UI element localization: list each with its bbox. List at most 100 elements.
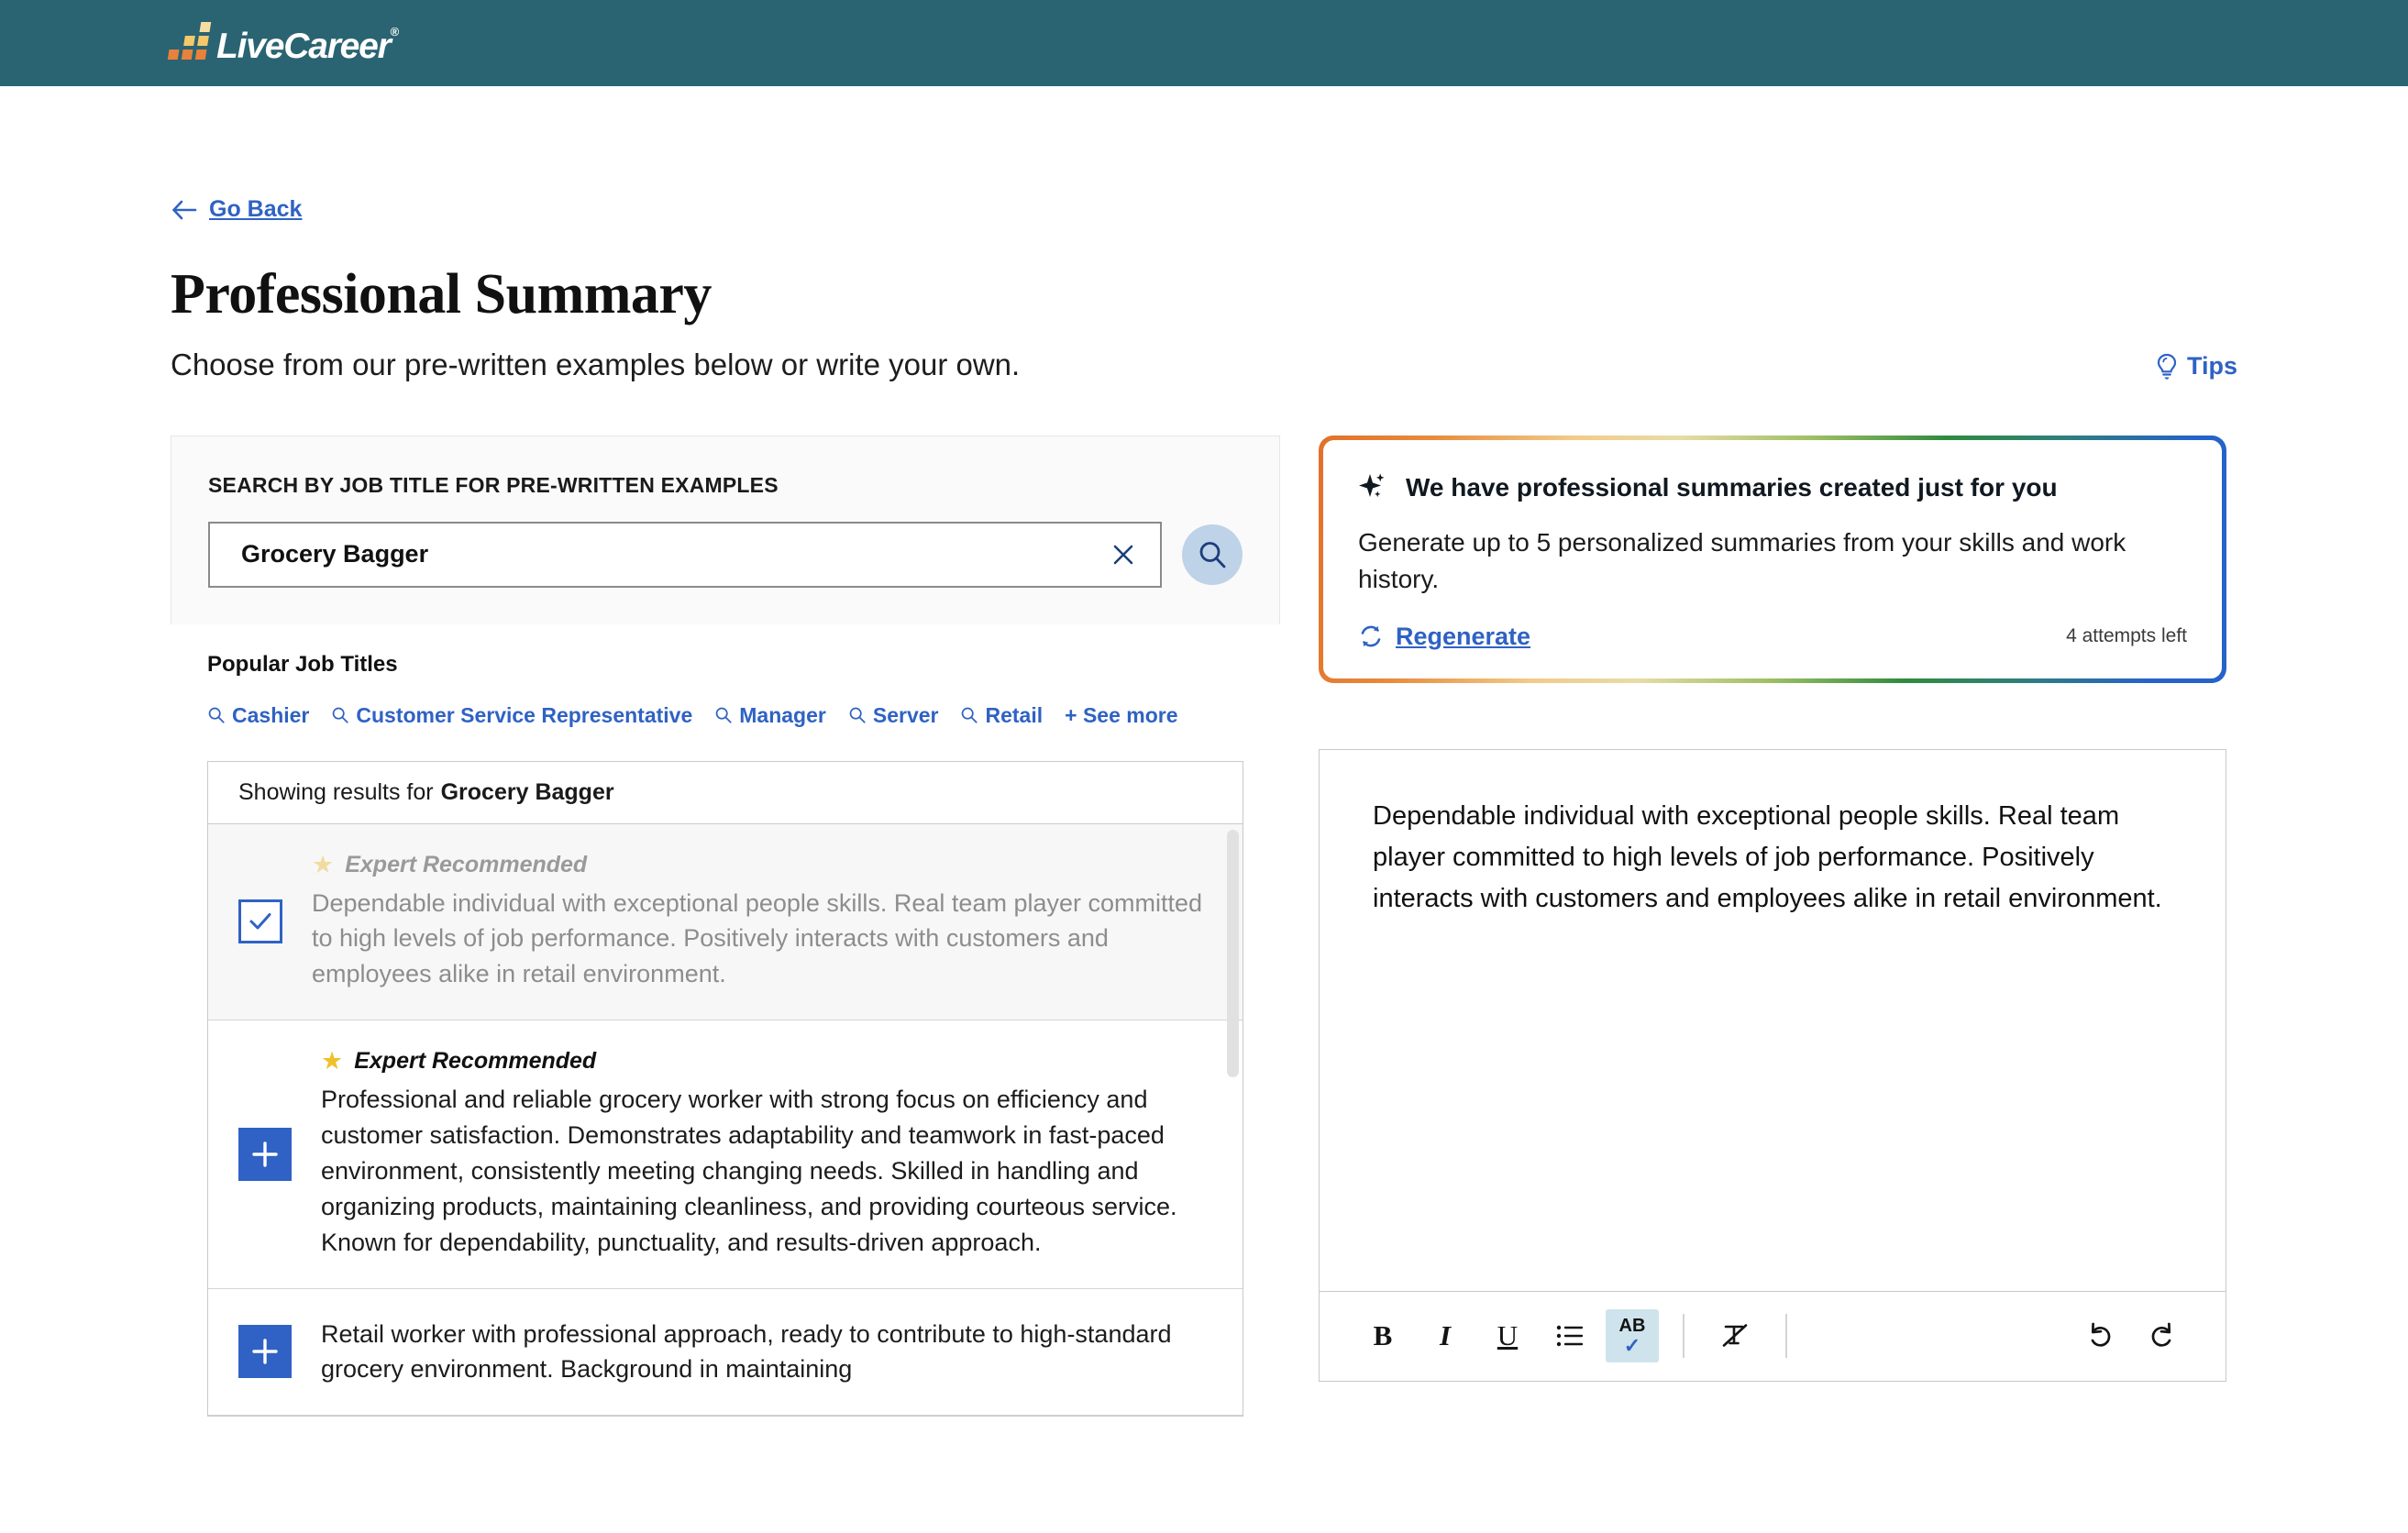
plus-icon <box>252 1141 278 1167</box>
check-icon <box>249 913 271 930</box>
popular-link-customer-service-representative[interactable]: Customer Service Representative <box>331 703 692 728</box>
popular-link-cashier[interactable]: Cashier <box>207 703 309 728</box>
ai-card-footer: Regenerate 4 attempts left <box>1358 623 2187 651</box>
arrow-left-icon <box>172 200 197 219</box>
results-list: ★ Expert Recommended Dependable individu… <box>208 823 1243 1417</box>
tips-label: Tips <box>2186 352 2237 380</box>
ai-card-header: We have professional summaries created j… <box>1358 471 2187 504</box>
popular-link-label: Retail <box>985 702 1044 727</box>
editor-toolbar: B I U AB ✓ <box>1320 1290 2226 1381</box>
search-icon <box>715 707 732 723</box>
result-body: ★ Expert Recommended Dependable individu… <box>312 852 1206 993</box>
search-input[interactable] <box>241 540 1107 568</box>
badge-label: Expert Recommended <box>354 1048 597 1075</box>
badge-label: Expert Recommended <box>345 851 588 877</box>
bullet-list-button[interactable] <box>1543 1309 1596 1362</box>
search-section-label: SEARCH BY JOB TITLE FOR PRE-WRITTEN EXAM… <box>208 472 779 497</box>
refresh-icon <box>1361 625 1381 647</box>
expert-recommended-badge: ★ Expert Recommended <box>321 1048 1206 1075</box>
result-text: Retail worker with professional approach… <box>321 1319 1172 1384</box>
italic-button[interactable]: I <box>1419 1309 1472 1362</box>
result-item[interactable]: ★ Expert Recommended Professional and re… <box>208 1020 1243 1289</box>
plus-icon <box>252 1339 278 1365</box>
results-heading-query: Grocery Bagger <box>440 778 614 805</box>
page-body: Go Back Professional Summary Choose from… <box>0 86 2408 1417</box>
expert-recommended-badge: ★ Expert Recommended <box>312 852 1206 878</box>
search-icon <box>1199 541 1226 568</box>
search-submit-button[interactable] <box>1182 524 1243 585</box>
popular-link-label: Server <box>872 702 939 727</box>
result-add-button[interactable] <box>238 1127 292 1181</box>
results-panel: Showing results for Grocery Bagger ★ Exp… <box>207 760 1243 1417</box>
main-columns: SEARCH BY JOB TITLE FOR PRE-WRITTEN EXAM… <box>171 435 2237 1417</box>
result-item[interactable]: Retail worker with professional approach… <box>208 1288 1243 1417</box>
search-box[interactable] <box>208 521 1162 588</box>
sparkle-icon <box>1359 472 1385 497</box>
spellcheck-check-icon: ✓ <box>1623 1333 1641 1357</box>
spellcheck-ab-label: AB <box>1618 1315 1646 1336</box>
popular-link-label: Manager <box>739 702 826 727</box>
tips-button[interactable]: Tips <box>2155 352 2237 380</box>
right-column: We have professional summaries created j… <box>1319 435 2226 1382</box>
results-scrollbar[interactable] <box>1227 829 1239 1077</box>
regenerate-button[interactable]: Regenerate <box>1358 623 1530 651</box>
ai-card-description: Generate up to 5 personalized summaries … <box>1358 527 2126 594</box>
result-text: Dependable individual with exceptional p… <box>312 888 1203 988</box>
star-icon: ★ <box>321 1047 344 1075</box>
result-add-button[interactable] <box>238 1325 292 1379</box>
search-icon <box>849 707 866 723</box>
logo-brand-text: LiveCareer <box>216 27 392 66</box>
popular-job-title-links: Cashier Customer Service Representative <box>207 703 1243 728</box>
star-icon: ★ <box>312 850 335 878</box>
attempts-left-label: 4 attempts left <box>2066 625 2187 647</box>
ai-summaries-card: We have professional summaries created j… <box>1319 435 2226 683</box>
redo-button[interactable] <box>2136 1309 2189 1362</box>
see-more-link[interactable]: + See more <box>1065 703 1177 728</box>
underline-button[interactable]: U <box>1481 1309 1534 1362</box>
spellcheck-icon: AB ✓ <box>1619 1317 1646 1356</box>
popular-link-retail[interactable]: Retail <box>960 703 1043 728</box>
go-back-link[interactable]: Go Back <box>171 196 302 223</box>
regenerate-label: Regenerate <box>1396 622 1531 650</box>
ai-card-title: We have professional summaries created j… <box>1406 472 2058 502</box>
search-icon <box>208 707 225 723</box>
logo-wordmark: LiveCareer® <box>216 25 400 66</box>
redo-icon <box>2151 1322 2171 1347</box>
page-subtitle: Choose from our pre-written examples bel… <box>171 347 1021 381</box>
search-icon <box>333 707 348 723</box>
popular-link-label: Cashier <box>232 702 310 727</box>
site-header: LiveCareer® <box>0 0 2408 86</box>
result-text: Professional and reliable grocery worker… <box>321 1086 1177 1256</box>
undo-button[interactable] <box>2073 1309 2126 1362</box>
popular-link-manager[interactable]: Manager <box>714 703 826 728</box>
clear-formatting-icon <box>1722 1324 1748 1347</box>
undo-icon <box>2091 1322 2111 1347</box>
result-body: Retail worker with professional approach… <box>321 1317 1206 1388</box>
results-heading: Showing results for Grocery Bagger <box>208 761 1243 824</box>
summary-editor: Dependable individual with exceptional p… <box>1319 748 2226 1382</box>
page-title: Professional Summary <box>171 262 712 325</box>
result-select-checkbox[interactable] <box>238 899 282 944</box>
left-column: SEARCH BY JOB TITLE FOR PRE-WRITTEN EXAM… <box>171 435 1280 1417</box>
result-body: ★ Expert Recommended Professional and re… <box>321 1048 1206 1260</box>
logo-trademark: ® <box>390 25 400 39</box>
spellcheck-button[interactable]: AB ✓ <box>1606 1309 1659 1363</box>
ai-summaries-card-inner: We have professional summaries created j… <box>1323 439 2222 678</box>
search-panel: SEARCH BY JOB TITLE FOR PRE-WRITTEN EXAM… <box>171 435 1280 624</box>
popular-link-label: Customer Service Representative <box>356 702 693 727</box>
summary-editor-textarea[interactable]: Dependable individual with exceptional p… <box>1320 750 2226 1291</box>
search-icon <box>962 707 978 723</box>
results-heading-prefix: Showing results for <box>238 778 434 805</box>
bullet-list-icon <box>1556 1325 1584 1347</box>
popular-job-titles-label: Popular Job Titles <box>207 651 398 677</box>
result-item[interactable]: ★ Expert Recommended Dependable individu… <box>208 823 1243 1021</box>
clear-formatting-button[interactable] <box>1708 1309 1762 1362</box>
popular-link-server[interactable]: Server <box>848 702 939 728</box>
bold-button[interactable]: B <box>1356 1309 1409 1362</box>
toolbar-divider <box>1683 1314 1684 1359</box>
livecareer-logo[interactable]: LiveCareer® <box>167 22 400 66</box>
go-back-label: Go Back <box>209 196 303 222</box>
toolbar-divider <box>1785 1314 1787 1359</box>
clear-search-icon[interactable] <box>1107 538 1140 571</box>
search-row <box>208 521 1243 588</box>
